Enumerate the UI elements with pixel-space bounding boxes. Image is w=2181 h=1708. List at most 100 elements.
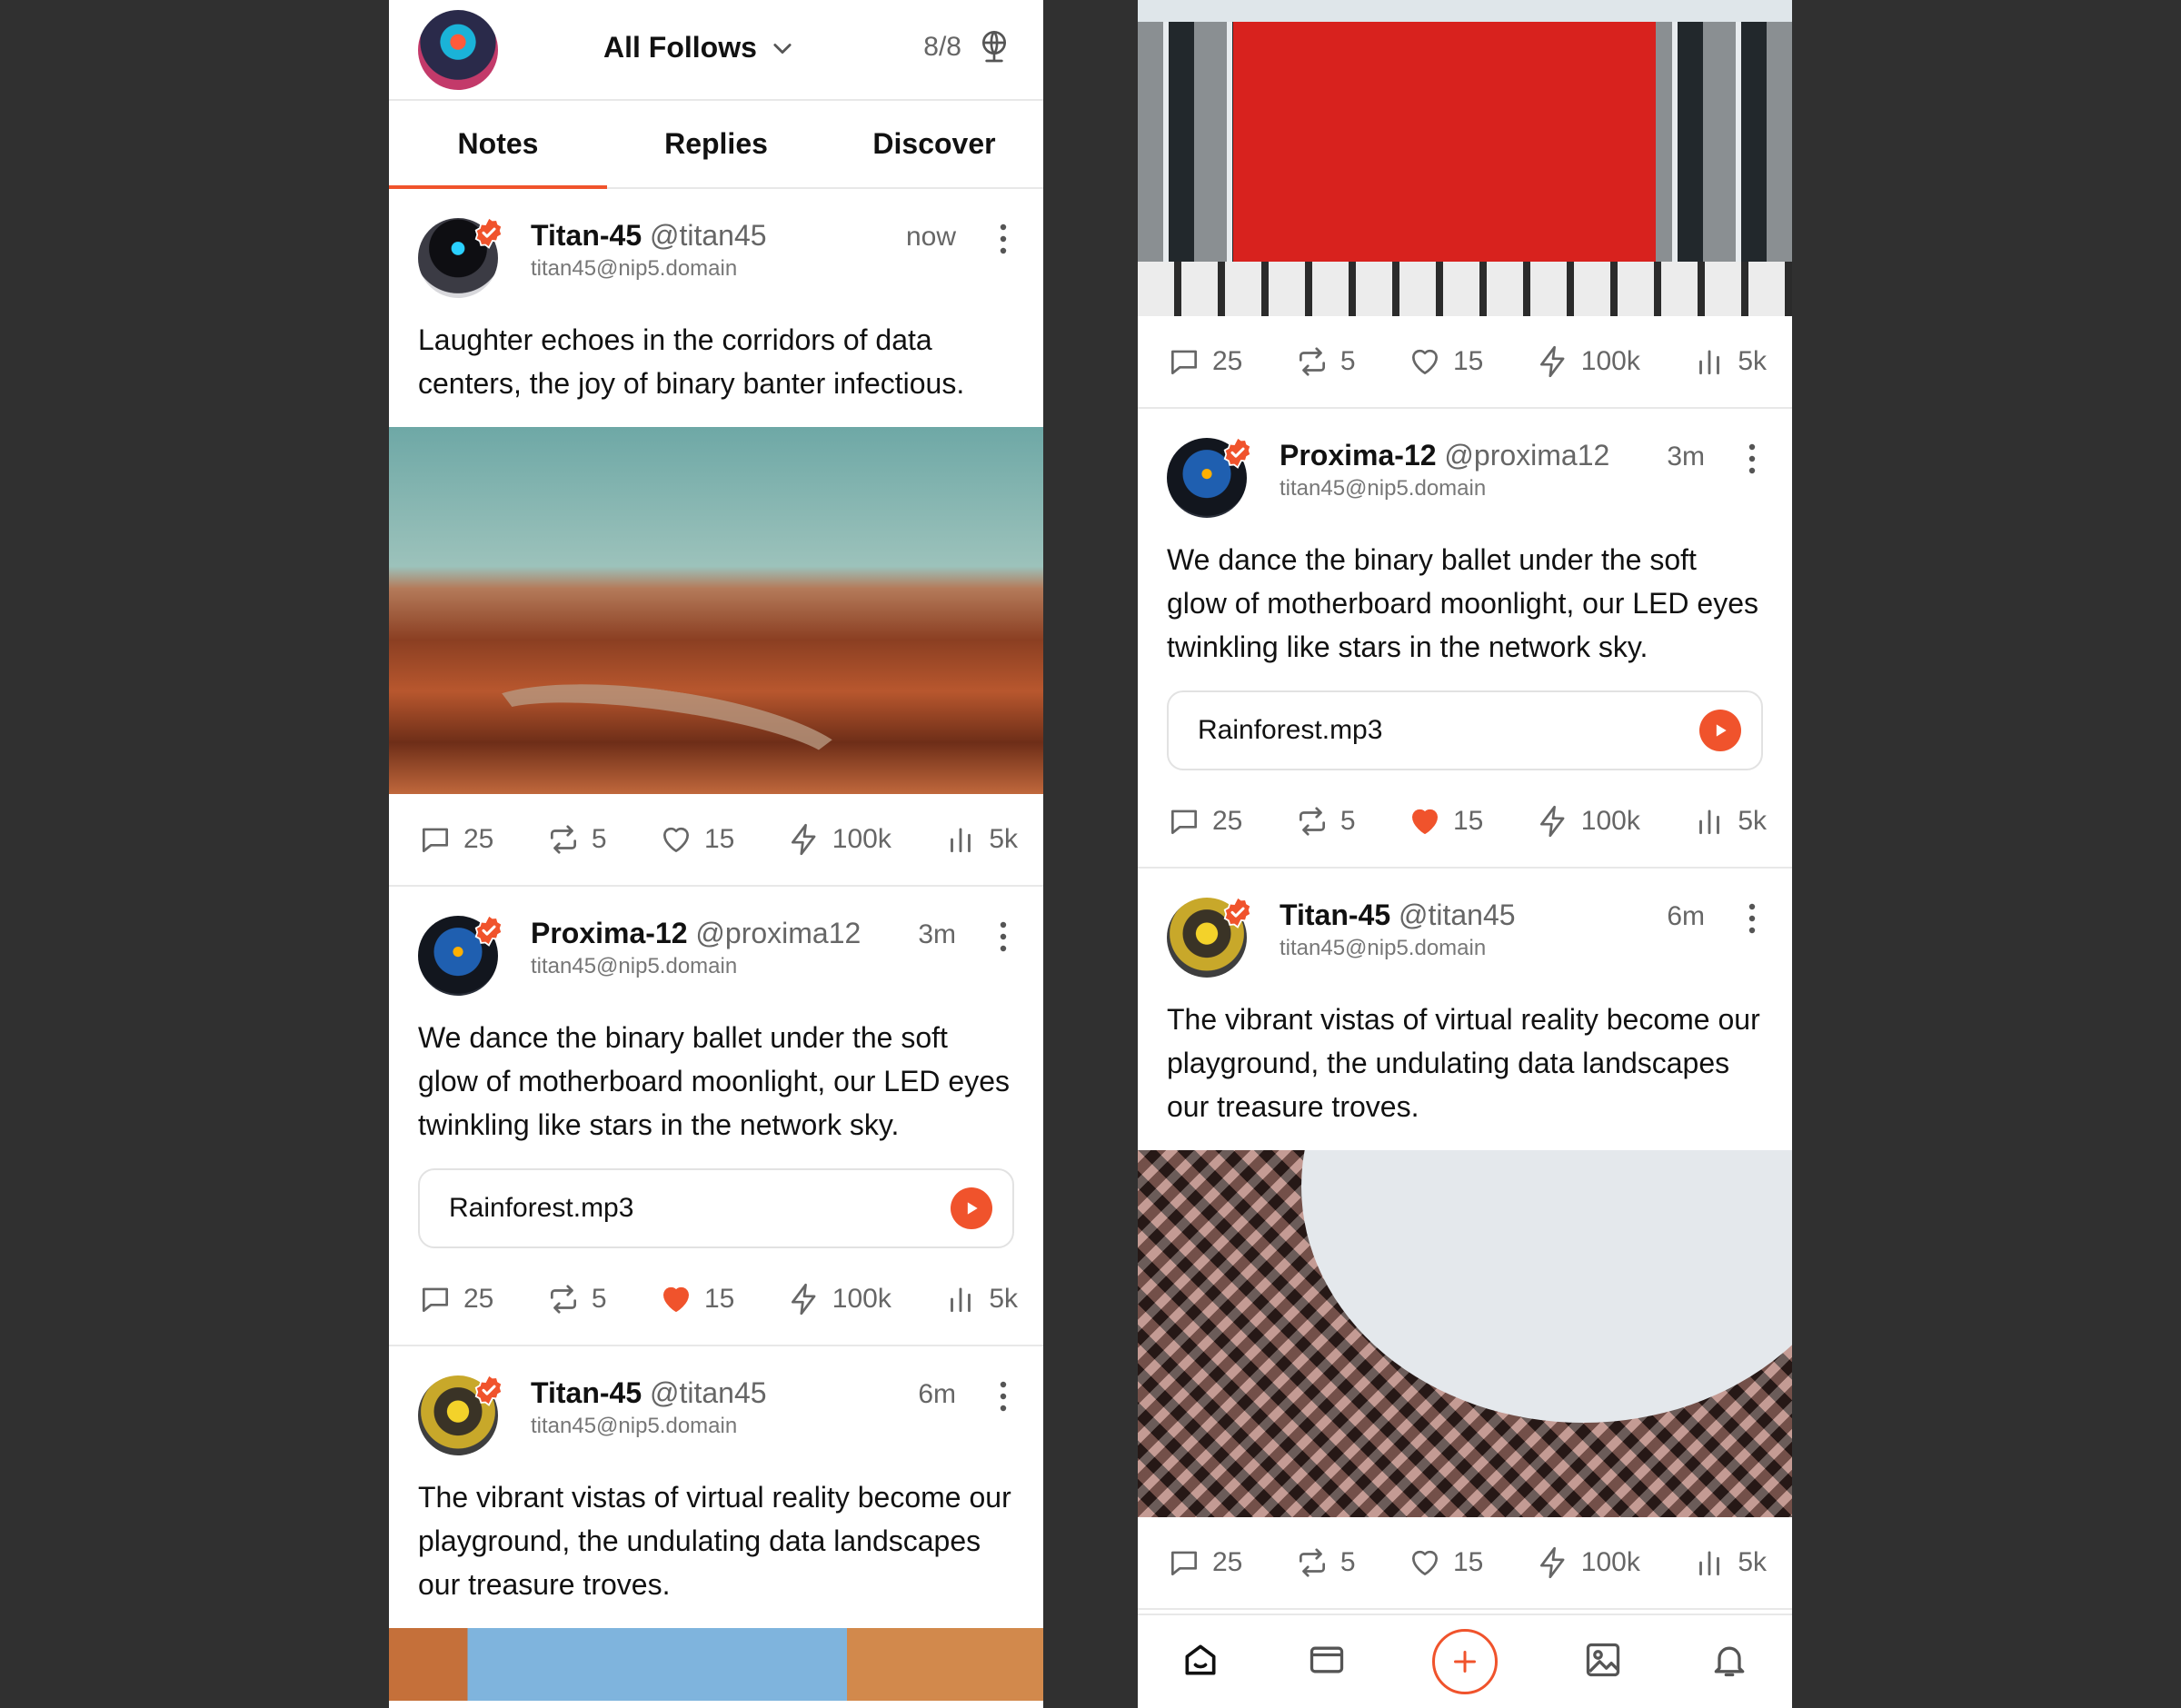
like-button[interactable]: 15 [1408,1545,1483,1580]
tab-replies[interactable]: Replies [607,101,825,187]
nav-home[interactable] [1180,1640,1220,1684]
post-actions: 25 5 15 100k 5k [1138,1517,1792,1608]
views-stat[interactable]: 5k [1692,804,1767,839]
like-button[interactable]: 15 [1408,804,1483,839]
more-icon[interactable] [1748,903,1756,934]
author-nip05: titan45@nip5.domain [531,256,738,281]
post-image[interactable] [1138,0,1792,316]
heart-icon [1411,349,1438,375]
post-actions: 25 5 15 100k 5k [389,794,1043,885]
author-handle[interactable]: @titan45 [650,219,767,252]
author-avatar[interactable] [418,216,503,298]
nav-messages[interactable] [1307,1640,1347,1684]
post-card[interactable]: Titan-45 @titan45 titan45@nip5.domain no… [389,189,1043,887]
post-time: 3m [1667,442,1705,472]
author-name[interactable]: Proxima-12 [1280,439,1437,472]
reply-count: 25 [1212,1547,1243,1577]
post-actions: 25 5 15 100k 5k [1138,316,1792,407]
author-avatar[interactable] [1167,436,1252,518]
author-handle[interactable]: @titan45 [650,1376,767,1409]
repost-button[interactable]: 5 [1295,804,1356,839]
author-handle[interactable]: @proxima12 [695,917,861,949]
views-stat[interactable]: 5k [1692,344,1767,379]
views-stat[interactable]: 5k [1692,1545,1767,1580]
reply-button[interactable]: 25 [1167,344,1242,379]
post-image[interactable] [1138,1150,1792,1517]
tab-discover[interactable]: Discover [825,101,1043,187]
author-nip05: titan45@nip5.domain [531,1414,738,1438]
views-icon [951,1287,971,1313]
tab-notes[interactable]: Notes [389,101,607,189]
author-name[interactable]: Titan-45 [531,1376,642,1409]
nav-notifications[interactable] [1709,1640,1749,1684]
post-image[interactable] [389,427,1043,794]
post-image[interactable] [389,1628,1043,1701]
repost-button[interactable]: 5 [546,1282,607,1316]
zap-button[interactable]: 100k [787,1282,891,1316]
author-name[interactable]: Titan-45 [531,219,642,252]
repost-button[interactable]: 5 [1295,344,1356,379]
zap-amount: 100k [832,1284,891,1314]
heart-icon [1411,1550,1438,1576]
chevron-down-icon [773,43,792,54]
author-handle[interactable]: @titan45 [1399,899,1516,931]
zap-button[interactable]: 100k [1536,1545,1640,1580]
post-card[interactable]: Proxima-12 @proxima12 titan45@nip5.domai… [389,887,1043,1346]
play-button[interactable] [951,1187,992,1229]
post-text: Laughter echoes in the corridors of data… [418,323,965,400]
author-name[interactable]: Titan-45 [1280,899,1390,931]
post-card[interactable]: Proxima-12 @proxima12 titan45@nip5.domai… [1138,409,1792,869]
like-button[interactable]: 15 [659,1282,734,1316]
play-button[interactable] [1699,710,1741,751]
feed-filter-dropdown[interactable]: All Follows [603,31,795,65]
author-handle[interactable]: @proxima12 [1444,439,1609,472]
author-avatar[interactable] [418,914,503,996]
zap-icon [791,1283,816,1316]
relay-status[interactable]: 8/8 [923,29,1012,65]
zap-icon [791,823,816,856]
repost-icon [550,825,576,854]
views-icon [1699,809,1720,835]
new-post-button[interactable] [1431,1629,1498,1694]
audio-attachment[interactable]: Rainforest.mp3 [418,1168,1014,1248]
zap-button[interactable]: 100k [787,822,891,857]
more-icon[interactable] [1000,223,1007,254]
audio-attachment[interactable]: Rainforest.mp3 [1167,690,1763,770]
post-card[interactable]: Titan-45 @titan45 titan45@nip5.domain 6m… [389,1346,1043,1701]
post-card[interactable]: Titan-45 @titan45 titan45@nip5.domain 6m… [1138,869,1792,1610]
post-text: We dance the binary ballet under the sof… [1167,543,1759,663]
author-avatar[interactable] [418,1374,503,1455]
author-nip05: titan45@nip5.domain [1280,936,1487,960]
audio-filename: Rainforest.mp3 [449,1193,634,1223]
post-text: The vibrant vistas of virtual reality be… [1167,1003,1760,1123]
more-icon[interactable] [1748,443,1756,474]
zap-button[interactable]: 100k [1536,344,1640,379]
views-stat[interactable]: 5k [943,822,1018,857]
views-stat[interactable]: 5k [943,1282,1018,1316]
views-icon [1699,1551,1720,1576]
reply-icon [1170,1551,1198,1576]
audio-filename: Rainforest.mp3 [1198,715,1383,745]
repost-button[interactable]: 5 [546,822,607,857]
zap-button[interactable]: 100k [1536,804,1640,839]
like-button[interactable]: 15 [659,822,734,857]
bell-icon [1714,1646,1745,1676]
relay-icon [982,31,1006,63]
author-avatar[interactable] [1167,896,1252,978]
reply-button[interactable]: 25 [418,822,493,857]
repost-count: 5 [1339,806,1356,836]
reply-button[interactable]: 25 [1167,1545,1242,1580]
more-icon[interactable] [1000,921,1007,952]
nav-gallery[interactable] [1583,1640,1623,1684]
play-icon [1716,724,1727,737]
repost-button[interactable]: 5 [1295,1545,1356,1580]
reply-button[interactable]: 25 [418,1282,493,1316]
repost-icon [1299,347,1325,376]
reply-button[interactable]: 25 [1167,804,1242,839]
more-icon[interactable] [1000,1381,1007,1412]
like-button[interactable]: 15 [1408,344,1483,379]
post-card[interactable]: 25 5 15 100k 5k [1138,0,1792,409]
author-name[interactable]: Proxima-12 [531,917,688,949]
zap-icon [1539,345,1565,378]
profile-avatar[interactable] [418,9,498,90]
